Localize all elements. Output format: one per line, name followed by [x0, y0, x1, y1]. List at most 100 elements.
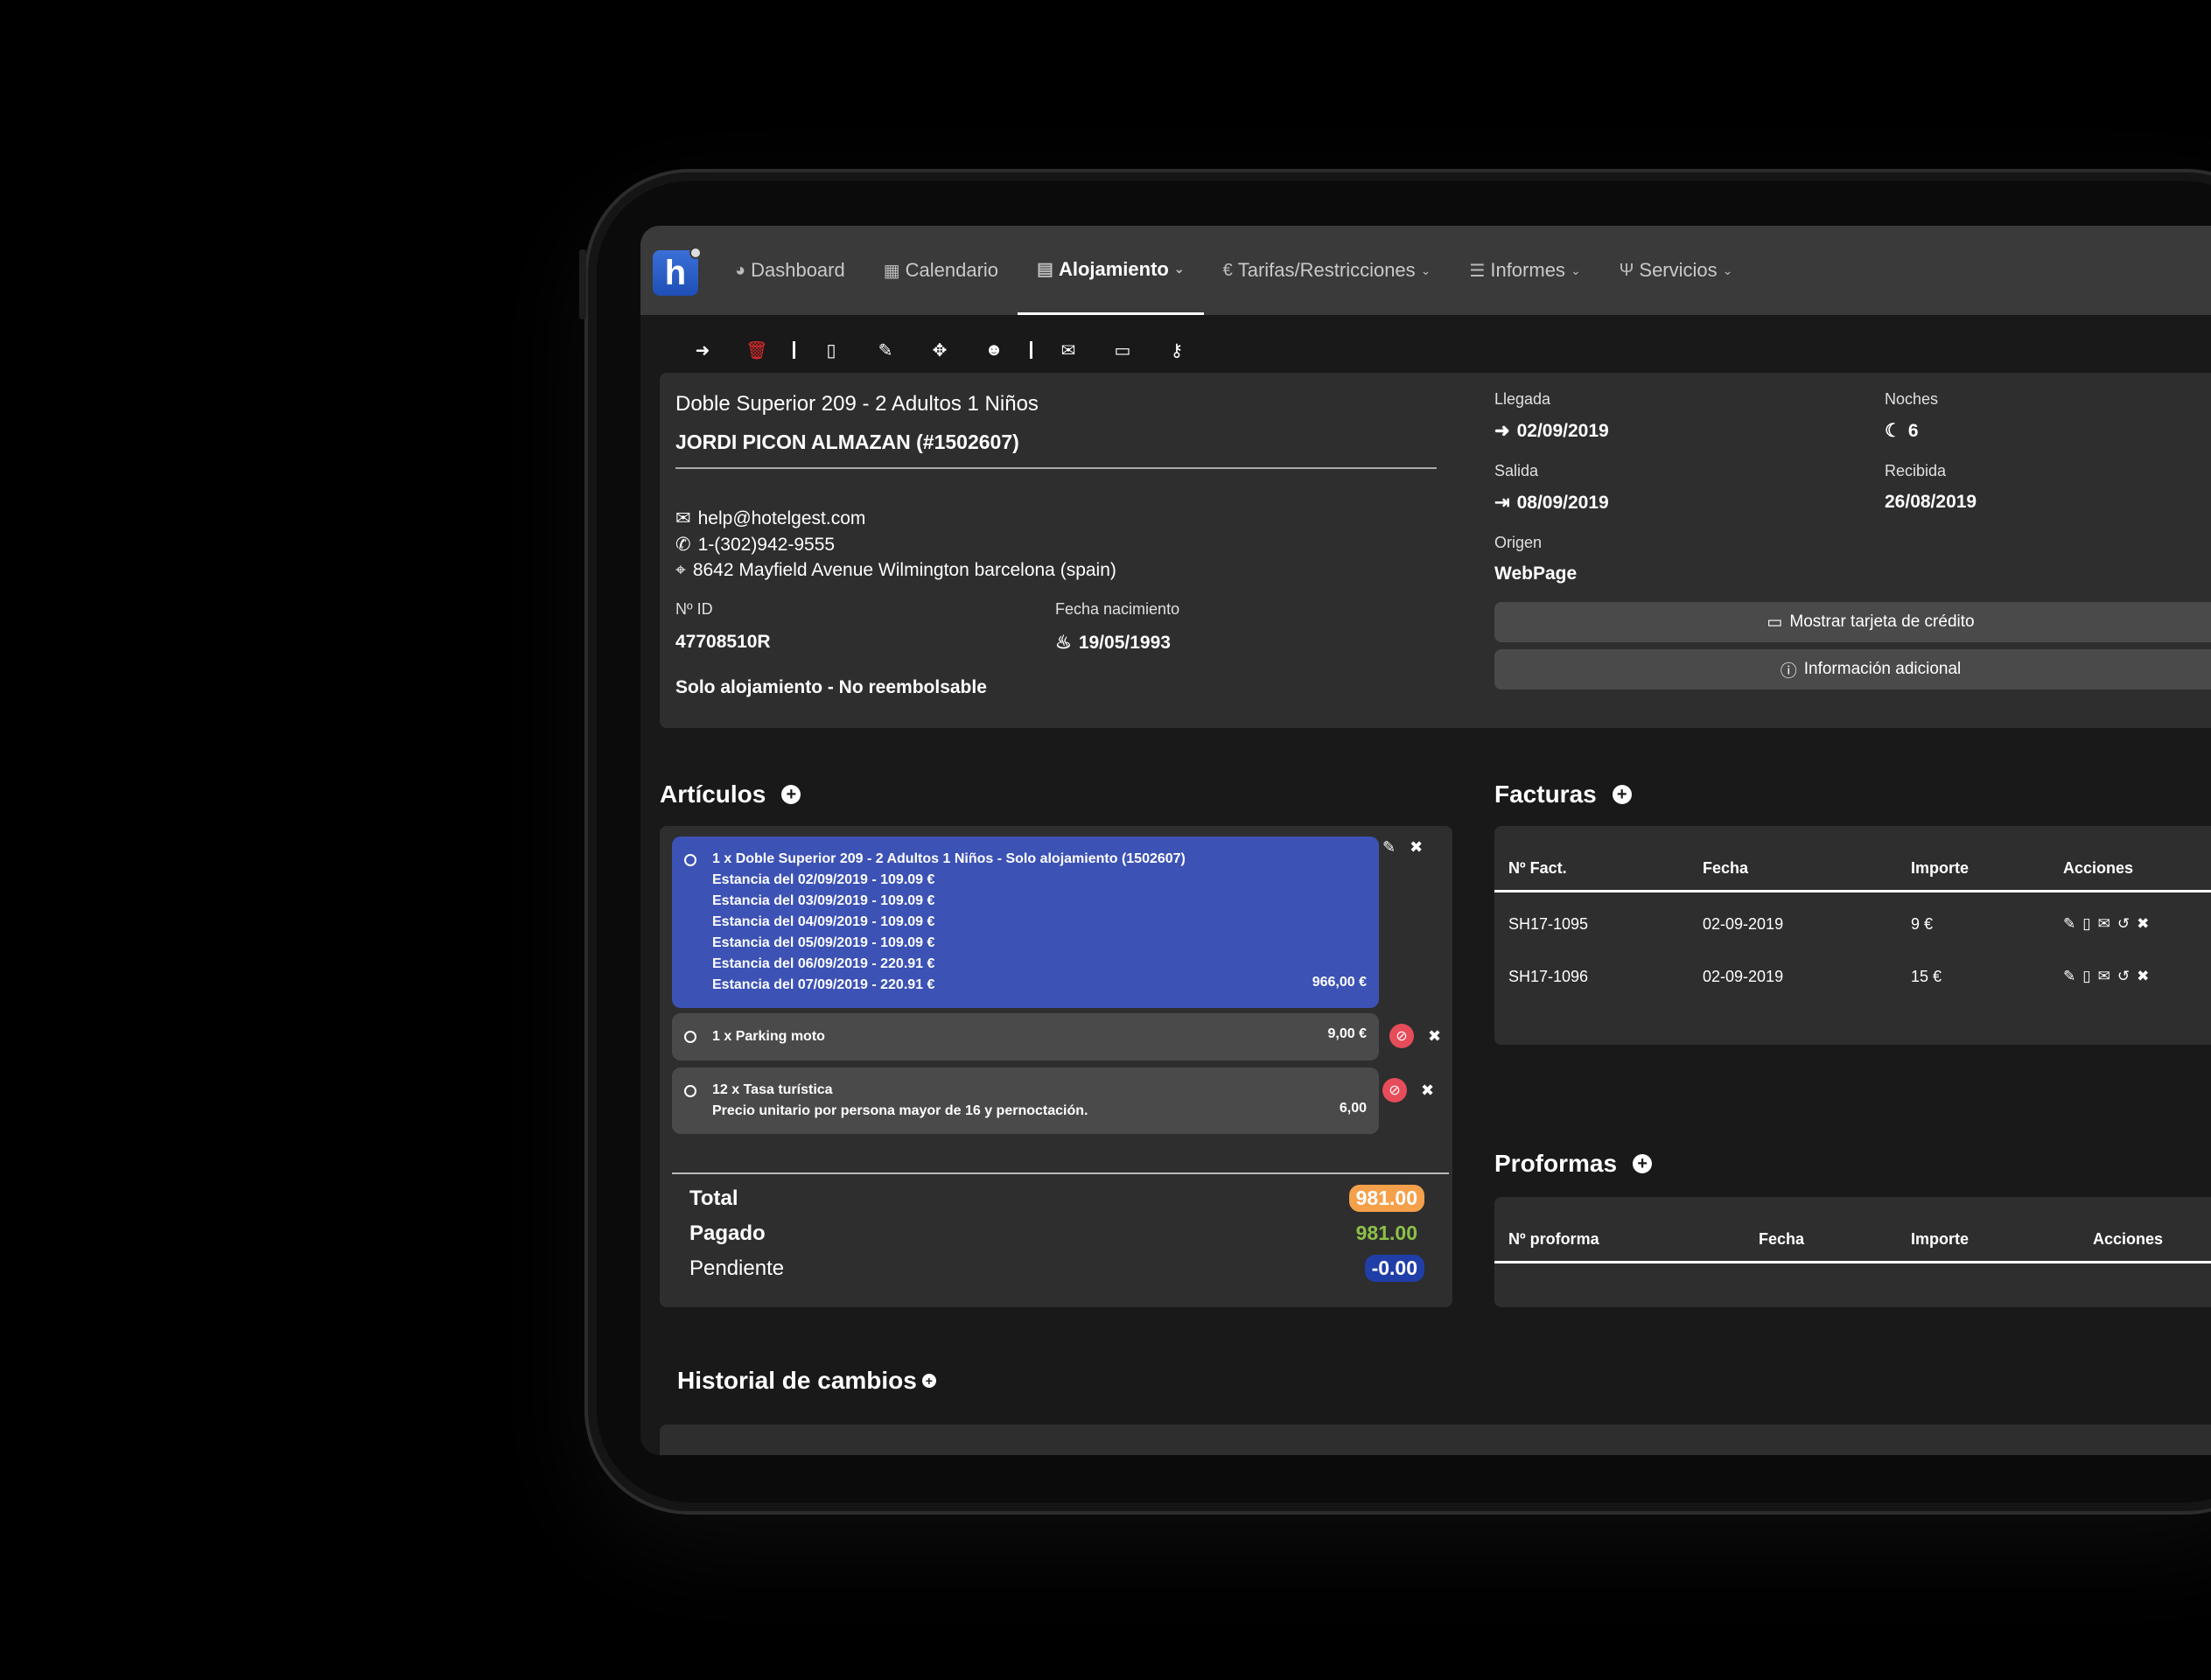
nav-informes[interactable]: ☰ Informes ⌄: [1450, 226, 1599, 315]
mail-icon[interactable]: ✉: [1041, 331, 1095, 369]
birth-value: ♨ 19/05/1993: [1055, 632, 1171, 654]
article-line: Estancia del 02/09/2019 - 109.09 €: [712, 872, 935, 887]
invoices-table: Nº Fact. Fecha Importe Acciones SH17-109…: [1494, 826, 2211, 1045]
articles-heading: Artículos +: [660, 780, 801, 808]
move-icon[interactable]: ✥: [913, 331, 967, 369]
key-icon[interactable]: ⚷: [1150, 331, 1204, 369]
close-icon[interactable]: ✖: [1428, 1027, 1441, 1046]
pdf-icon[interactable]: ▯: [2082, 915, 2090, 933]
guest-address: ⌖ 8642 Mayfield Avenue Wilmington barcelo…: [675, 560, 1116, 581]
close-icon[interactable]: ✖: [1421, 1082, 1434, 1100]
article-item[interactable]: 12 x Tasa turística Precio unitario por …: [672, 1068, 1379, 1134]
show-credit-card-button[interactable]: ▭ Mostrar tarjeta de crédito: [1494, 602, 2211, 642]
edit-icon[interactable]: ✎: [858, 331, 913, 369]
email-text: help@hotelgest.com: [697, 508, 866, 528]
divider: [675, 467, 1437, 469]
article-line: Estancia del 03/09/2019 - 109.09 €: [712, 893, 935, 908]
edit-icon[interactable]: ✎: [2063, 915, 2075, 933]
invoice-amount: 9 €: [1911, 915, 1934, 933]
trash-icon[interactable]: 🗑: [730, 331, 784, 369]
button-label: Mostrar tarjeta de crédito: [1789, 612, 1975, 631]
total-row: Total 981.00: [689, 1185, 1424, 1212]
additional-info-button[interactable]: ⓘ Información adicional: [1494, 649, 2211, 690]
nav-label: Informes: [1490, 259, 1565, 281]
article-line: Estancia del 07/09/2019 - 220.91 €: [712, 977, 935, 992]
credit-card-icon: ▭: [1767, 612, 1783, 632]
radio-icon[interactable]: [684, 1031, 696, 1043]
invoice-amount: 15 €: [1911, 968, 1942, 985]
top-navbar: h ◕ Dashboard ▦ Calendario ▤ Alojamiento…: [640, 226, 2211, 315]
col-actions: Acciones: [2063, 859, 2134, 877]
add-article-icon[interactable]: +: [781, 785, 801, 804]
close-icon[interactable]: ✖: [2137, 968, 2149, 985]
article-actions: ⊘ ✖: [1389, 1024, 1441, 1048]
articles-panel: 1 x Doble Superior 209 - 2 Adultos 1 Niñ…: [660, 826, 1452, 1307]
articles-title: Artículos: [660, 780, 766, 808]
cutlery-icon: Ψ: [1619, 260, 1634, 280]
checkin-icon[interactable]: ➜: [675, 331, 730, 369]
pie-chart-icon: ◕: [735, 260, 746, 280]
add-invoice-icon[interactable]: +: [1612, 785, 1632, 804]
pdf-icon[interactable]: ▯: [804, 331, 858, 369]
address-text: 8642 Mayfield Avenue Wilmington barcelon…: [692, 560, 1116, 580]
totals-divider: [672, 1172, 1449, 1174]
chevron-down-icon: ⌄: [1570, 262, 1581, 277]
article-actions: ✎ ✖: [1382, 838, 1423, 857]
nav-servicios[interactable]: Ψ Servicios ⌄: [1600, 226, 1753, 315]
article-lines: 1 x Doble Superior 209 - 2 Adultos 1 Niñ…: [712, 849, 1186, 996]
room-title: Doble Superior 209 - 2 Adultos 1 Niños: [675, 392, 1039, 416]
radio-icon[interactable]: [684, 1085, 696, 1097]
close-icon[interactable]: ✖: [1410, 838, 1423, 857]
table-header: Nº Fact. Fecha Importe Acciones: [1494, 826, 2211, 892]
edit-icon[interactable]: ✎: [2063, 968, 2075, 985]
group-icon[interactable]: ☻: [967, 331, 1021, 369]
article-line: Precio unitario por persona mayor de 16 …: [712, 1103, 1088, 1118]
invoice-actions: ✎ ▯ ✉ ↺ ✖: [2063, 968, 2149, 985]
chevron-down-icon: ⌄: [1420, 262, 1431, 277]
nav-label: Tarifas/Restricciones: [1237, 259, 1416, 281]
nights-label: Noches: [1885, 390, 1939, 408]
unlink-icon[interactable]: ⊘: [1382, 1078, 1407, 1102]
nav-dashboard[interactable]: ◕ Dashboard: [716, 226, 864, 315]
nav-calendario[interactable]: ▦ Calendario: [864, 226, 1018, 315]
birth-date: 19/05/1993: [1078, 632, 1171, 653]
id-label: Nº ID: [675, 600, 713, 618]
undo-icon[interactable]: ↺: [2117, 915, 2130, 933]
edit-icon[interactable]: ✎: [1382, 838, 1396, 857]
nav-tarifas[interactable]: € Tarifas/Restricciones ⌄: [1204, 226, 1451, 315]
article-item[interactable]: 1 x Doble Superior 209 - 2 Adultos 1 Niñ…: [672, 836, 1379, 1008]
mail-icon[interactable]: ✉: [2098, 968, 2110, 985]
invoice-date: 02-09-2019: [1703, 915, 1784, 933]
tablet-side-button: [579, 249, 586, 319]
nav-label: Servicios: [1639, 259, 1718, 281]
hotelgest-logo[interactable]: h: [653, 247, 702, 296]
arrival-label: Llegada: [1494, 390, 1551, 408]
notification-dot: [689, 247, 702, 259]
toolbar-divider: [1030, 341, 1032, 359]
article-line: 1 x Parking moto: [712, 1029, 825, 1044]
pending-row: Pendiente -0.00: [689, 1255, 1424, 1282]
card-icon[interactable]: ▭: [1095, 331, 1150, 369]
add-proforma-icon[interactable]: +: [1633, 1154, 1653, 1173]
history-panel: [660, 1424, 2211, 1455]
phone-icon: ✆: [675, 535, 691, 555]
col-amount: Importe: [1911, 859, 1970, 877]
paid-row: Pagado 981.00: [689, 1220, 1424, 1247]
close-icon[interactable]: ✖: [2137, 915, 2149, 933]
check-circle-icon[interactable]: [684, 854, 696, 866]
article-item[interactable]: 1 x Parking moto 9,00 €: [672, 1013, 1379, 1060]
undo-icon[interactable]: ↺: [2117, 968, 2130, 985]
info-icon: ⓘ: [1780, 662, 1797, 681]
phone-text: 1-(302)942-9555: [697, 534, 836, 555]
pdf-icon[interactable]: ▯: [2082, 968, 2090, 985]
total-badge: 981.00: [1348, 1185, 1424, 1212]
list-icon: ☰: [1469, 261, 1486, 281]
reservation-summary-panel: Doble Superior 209 - 2 Adultos 1 Niños J…: [660, 373, 2211, 728]
nav-alojamiento[interactable]: ▤ Alojamiento ⌄: [1018, 226, 1204, 315]
mail-icon[interactable]: ✉: [2098, 915, 2110, 933]
col-invoice-number: Nº Fact.: [1508, 859, 1567, 877]
proformas-title: Proformas: [1494, 1150, 1618, 1177]
unlink-icon[interactable]: ⊘: [1389, 1024, 1414, 1048]
regime-text: Solo alojamiento - No reembolsable: [675, 677, 987, 697]
expand-history-icon[interactable]: +: [921, 1374, 936, 1388]
